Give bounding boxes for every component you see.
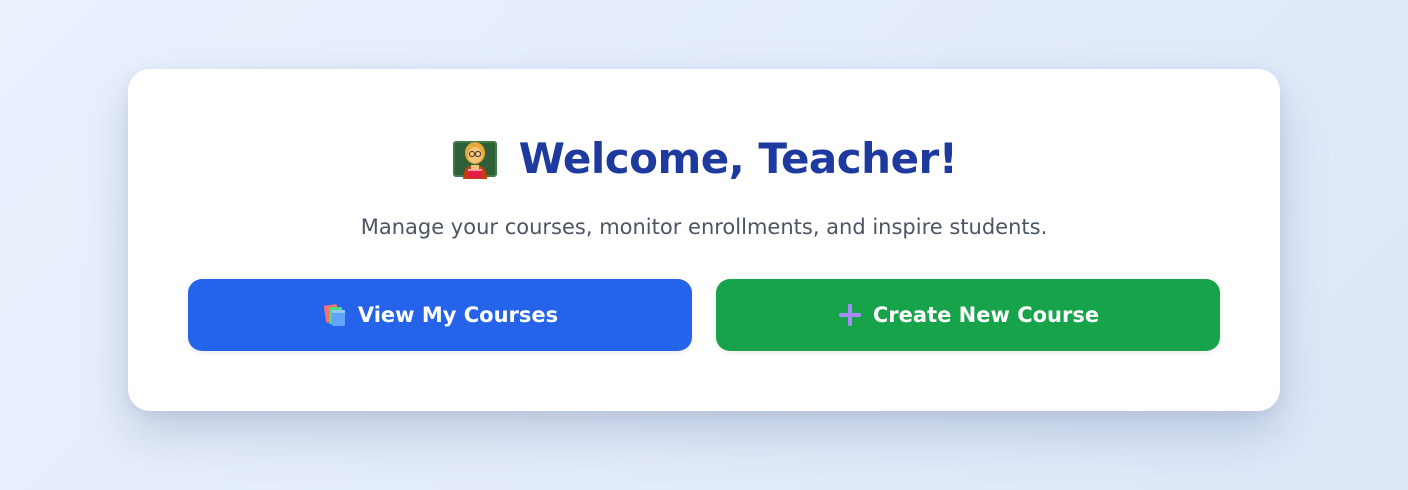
- page-title: Welcome, Teacher!: [518, 134, 958, 183]
- books-icon: [323, 304, 345, 326]
- teacher-icon: [452, 141, 497, 179]
- create-new-course-label: Create New Course: [872, 303, 1100, 327]
- page-subtitle: Manage your courses, monitor enrollments…: [360, 215, 1048, 239]
- view-my-courses-label: View My Courses: [357, 303, 559, 327]
- plus-icon: [838, 304, 861, 326]
- title-row: Welcome, Teacher!: [128, 131, 1280, 187]
- create-new-course-button[interactable]: Create New Course: [716, 279, 1220, 351]
- welcome-card: Welcome, Teacher! Manage your courses, m…: [128, 69, 1280, 411]
- view-my-courses-button[interactable]: View My Courses: [188, 279, 692, 351]
